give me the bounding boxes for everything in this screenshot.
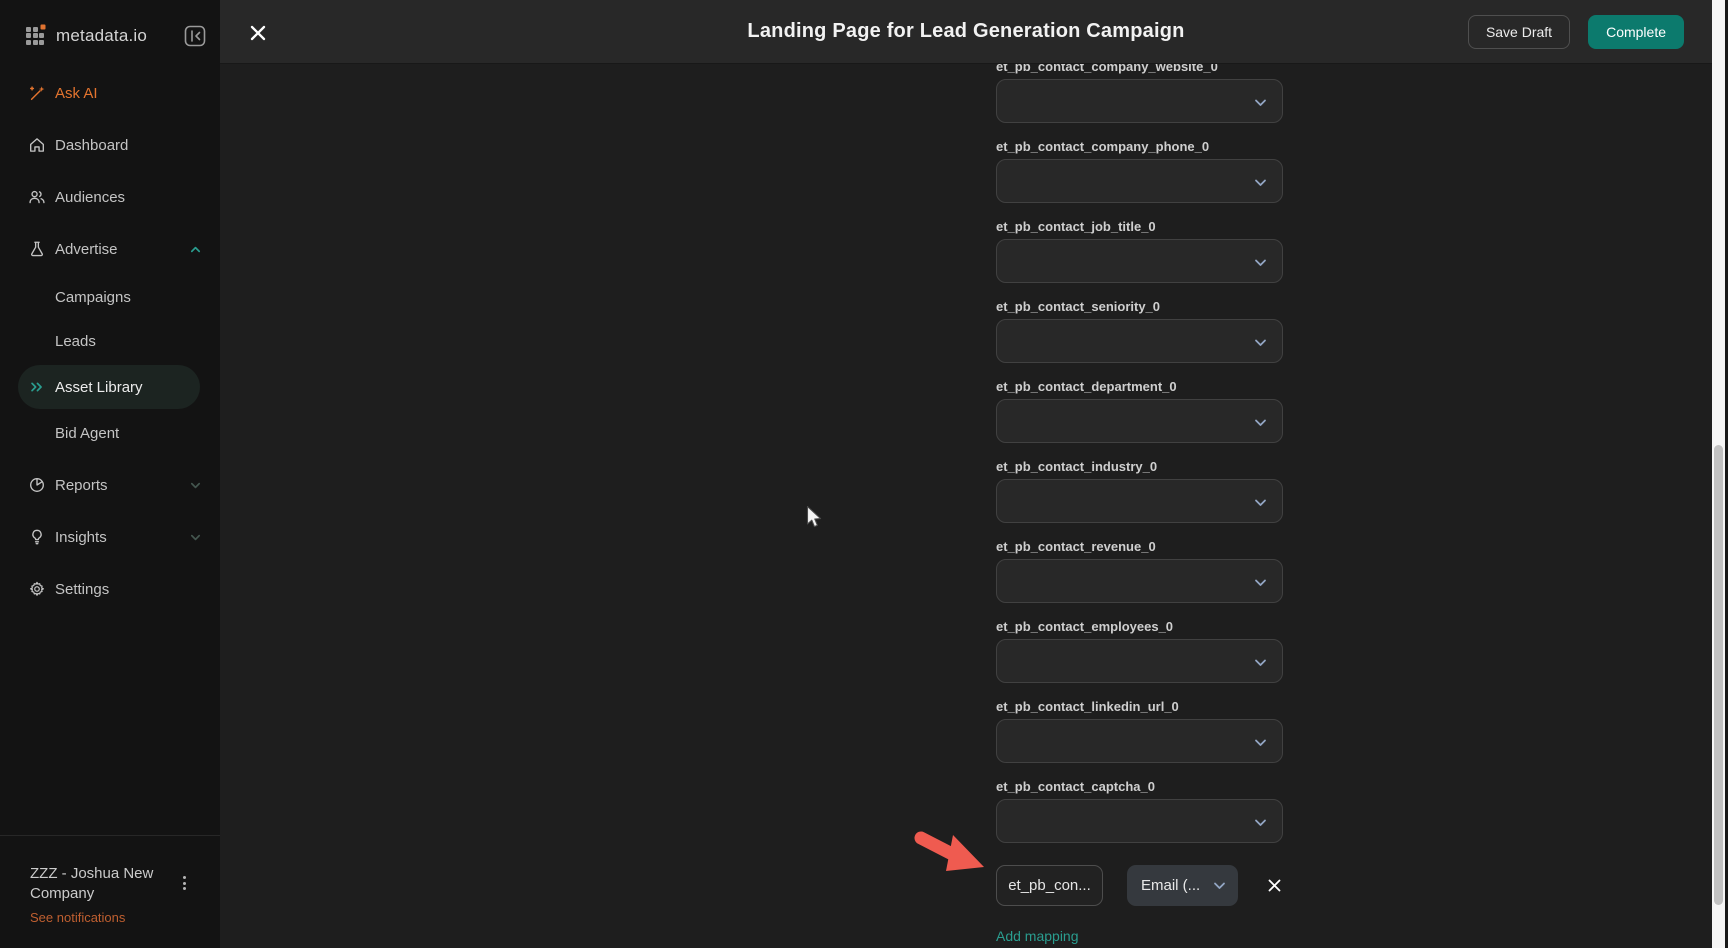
double-chevron-right-icon [28, 378, 46, 396]
pie-chart-icon [28, 476, 46, 494]
complete-button[interactable]: Complete [1588, 15, 1684, 49]
metadata-logo-icon [26, 27, 45, 46]
mapping-target-value: Email (... [1141, 877, 1200, 894]
scrollbar-thumb[interactable] [1714, 445, 1723, 905]
company-name: ZZZ - Joshua New Company [30, 864, 170, 904]
sidebar-item-reports[interactable]: Reports [0, 465, 220, 505]
sidebar-item-label: Ask AI [55, 85, 188, 102]
sidebar-item-asset-library[interactable]: Asset Library [18, 365, 200, 409]
sidebar-item-label: Dashboard [55, 137, 188, 154]
mapping-target-select[interactable]: Email (... [1127, 865, 1238, 906]
chevron-icon [188, 290, 202, 304]
wand-icon [28, 84, 46, 102]
sidebar-item-campaigns[interactable]: Campaigns [0, 277, 220, 317]
sidebar-item-label: Insights [55, 529, 188, 546]
sidebar-nav: Ask AI Dashboard Audiences Advertise Cam… [0, 73, 220, 621]
brand-name: metadata.io [56, 26, 184, 46]
add-mapping-link[interactable]: Add mapping [996, 928, 1079, 944]
sidebar-item-advertise[interactable]: Advertise [0, 229, 220, 269]
chevron-icon [188, 334, 202, 348]
chevron-icon [188, 138, 202, 152]
see-notifications-link[interactable]: See notifications [30, 910, 204, 925]
logo-row: metadata.io [0, 0, 220, 72]
gear-icon [28, 580, 46, 598]
mouse-cursor [806, 505, 824, 536]
chevron-icon [168, 380, 182, 394]
mapping-footer: et_pb_con... Email (... Add mapping [996, 59, 1283, 946]
annotation-arrow-icon [908, 828, 990, 885]
sidebar-item-label: Bid Agent [55, 425, 188, 442]
sidebar-item-bid-agent[interactable]: Bid Agent [0, 413, 220, 453]
flask-icon [28, 240, 46, 258]
chevron-icon [188, 86, 202, 100]
sidebar-item-ask-ai[interactable]: Ask AI [0, 73, 220, 113]
sidebar-collapse-icon[interactable] [184, 25, 206, 47]
sidebar-item-label: Audiences [55, 189, 188, 206]
sidebar-item-label: Campaigns [55, 289, 188, 306]
sidebar-item-dashboard[interactable]: Dashboard [0, 125, 220, 165]
remove-mapping-icon[interactable] [1265, 877, 1283, 895]
sidebar-item-leads[interactable]: Leads [0, 321, 220, 361]
sidebar: metadata.io Ask AI Dashboard Audiences A… [0, 0, 220, 948]
modal-panel: et_pb_contact_company_website_0 et_pb_co… [220, 0, 1712, 948]
sidebar-item-insights[interactable]: Insights [0, 517, 220, 557]
chevron-down-icon [188, 478, 202, 492]
nav-icon [28, 424, 46, 442]
users-icon [28, 188, 46, 206]
nav-icon [28, 332, 46, 350]
sidebar-item-label: Settings [55, 581, 188, 598]
save-draft-button[interactable]: Save Draft [1468, 15, 1570, 49]
chevron-down-icon [1212, 878, 1227, 893]
chevron-icon [188, 190, 202, 204]
modal-header: Landing Page for Lead Generation Campaig… [220, 0, 1712, 64]
kebab-menu-icon[interactable] [183, 876, 186, 890]
sidebar-item-settings[interactable]: Settings [0, 569, 220, 609]
sidebar-item-audiences[interactable]: Audiences [0, 177, 220, 217]
mapping-source-input[interactable]: et_pb_con... [996, 865, 1103, 906]
chevron-icon [188, 582, 202, 596]
scrollbar-track[interactable] [1712, 0, 1725, 948]
sidebar-item-label: Leads [55, 333, 188, 350]
nav-icon [28, 288, 46, 306]
chevron-up-icon [188, 242, 202, 256]
sidebar-item-label: Reports [55, 477, 188, 494]
sidebar-footer: ZZZ - Joshua New Company See notificatio… [0, 835, 220, 948]
sidebar-item-label: Asset Library [55, 379, 168, 396]
header-actions: Save Draft Complete [1468, 15, 1684, 49]
lightbulb-icon [28, 528, 46, 546]
chevron-down-icon [188, 530, 202, 544]
home-icon [28, 136, 46, 154]
chevron-icon [188, 426, 202, 440]
sidebar-item-label: Advertise [55, 241, 188, 258]
custom-mapping-row: et_pb_con... Email (... [996, 865, 1283, 906]
